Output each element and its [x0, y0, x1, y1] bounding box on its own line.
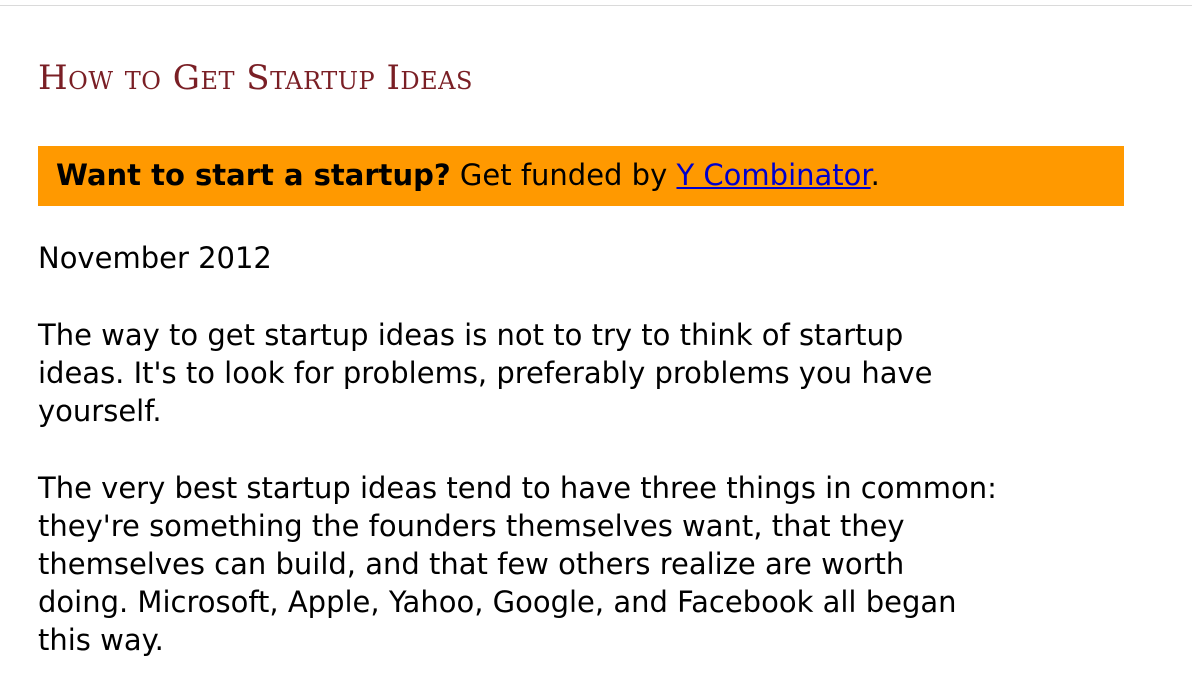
banner-trailing-text: .	[870, 158, 880, 192]
window-top-border	[0, 0, 1192, 6]
page-title: How to Get Startup Ideas	[38, 58, 473, 98]
yc-banner: Want to start a startup? Get funded by Y…	[38, 146, 1124, 206]
paragraph-1: The way to get startup ideas is not to t…	[38, 318, 933, 428]
paragraph-2: The very best startup ideas tend to have…	[38, 471, 997, 657]
banner-text: Get funded by	[450, 158, 677, 192]
banner-bold-text: Want to start a startup?	[56, 158, 451, 192]
y-combinator-link[interactable]: Y Combinator	[676, 158, 870, 192]
article-date: November 2012	[38, 241, 272, 275]
